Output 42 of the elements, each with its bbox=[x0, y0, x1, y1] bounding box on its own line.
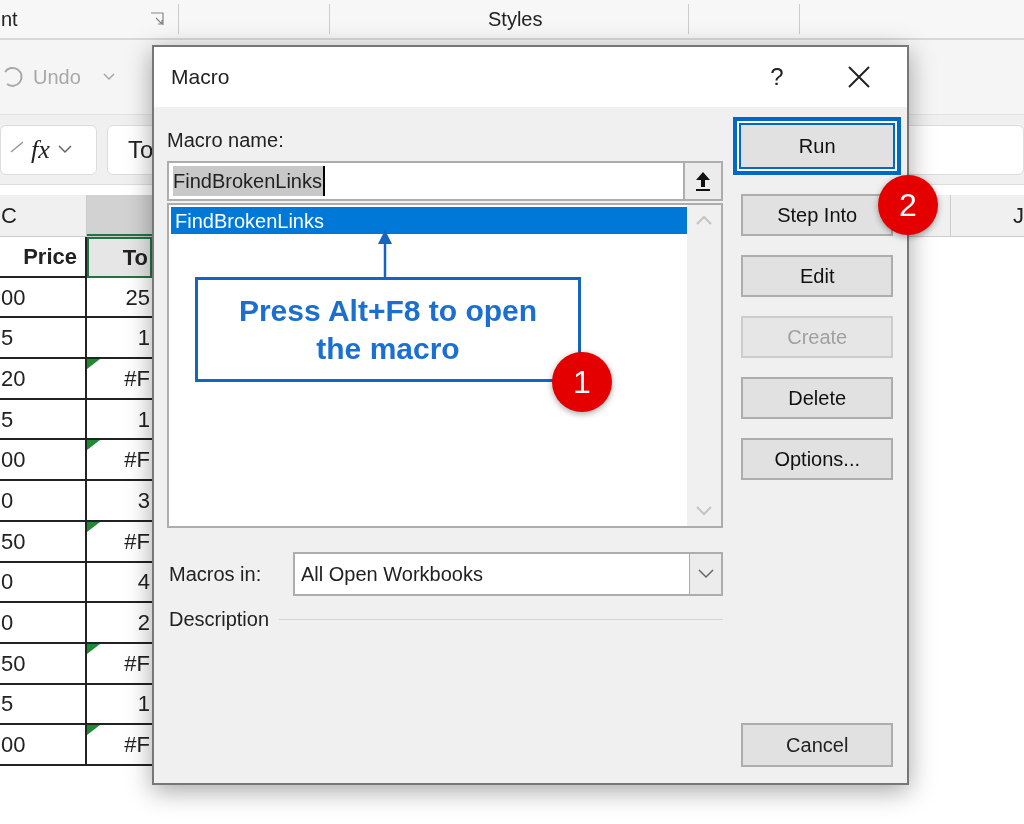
ribbon-group-label: nt bbox=[0, 7, 19, 32]
column-header[interactable]: J bbox=[950, 195, 1024, 236]
macros-in-dropdown[interactable]: All Open Workbooks bbox=[293, 552, 724, 596]
ribbon-group-label: Styles bbox=[488, 7, 544, 32]
error-indicator-icon bbox=[87, 643, 100, 654]
help-button[interactable]: ? bbox=[757, 59, 797, 95]
table-cell: 5 bbox=[0, 318, 87, 360]
dialog-button[interactable]: Edit bbox=[741, 255, 893, 297]
caret-icon bbox=[57, 145, 72, 154]
table-cell: 5 bbox=[0, 684, 87, 726]
undo-icon bbox=[1, 64, 25, 90]
macro-name-label: Macro name: bbox=[167, 128, 285, 153]
dialog-button[interactable]: Delete bbox=[741, 377, 893, 419]
dialog-title: Macro bbox=[171, 64, 231, 91]
table-cell: 0 bbox=[0, 603, 87, 644]
error-indicator-icon bbox=[87, 725, 100, 736]
table-cell: 50 bbox=[0, 643, 87, 685]
caret-icon bbox=[102, 73, 115, 81]
table-cell: 00 bbox=[0, 440, 87, 482]
callout-text: Press Alt+F8 to open the macro bbox=[237, 292, 539, 367]
dialog-button[interactable]: Step Into bbox=[741, 194, 893, 236]
table-cell: To bbox=[87, 237, 152, 278]
cancel-button[interactable]: Cancel bbox=[741, 723, 893, 767]
caret-icon bbox=[697, 569, 714, 579]
macros-in-label: Macros in: bbox=[168, 562, 263, 587]
error-indicator-icon bbox=[87, 521, 100, 532]
error-indicator-icon bbox=[87, 359, 100, 370]
table-cell: 00 bbox=[0, 725, 87, 766]
close-icon[interactable] bbox=[847, 65, 871, 89]
table-cell: 20 bbox=[0, 359, 87, 400]
dialog-button[interactable]: Options... bbox=[741, 438, 893, 480]
error-indicator-icon bbox=[87, 440, 100, 451]
description-label: Description bbox=[168, 607, 270, 632]
table-cell: 50 bbox=[0, 521, 87, 563]
table-cell: 0 bbox=[0, 562, 87, 604]
dialog-button[interactable]: Run bbox=[733, 117, 901, 175]
function-button[interactable]: fx bbox=[31, 130, 50, 169]
table-cell: 0 bbox=[0, 481, 87, 522]
table-cell: 5 bbox=[0, 399, 87, 441]
macro-list-item[interactable]: FindBrokenLinks bbox=[171, 207, 688, 234]
table-cell: 00 bbox=[0, 277, 87, 319]
dialog-launcher-icon[interactable] bbox=[150, 12, 164, 26]
